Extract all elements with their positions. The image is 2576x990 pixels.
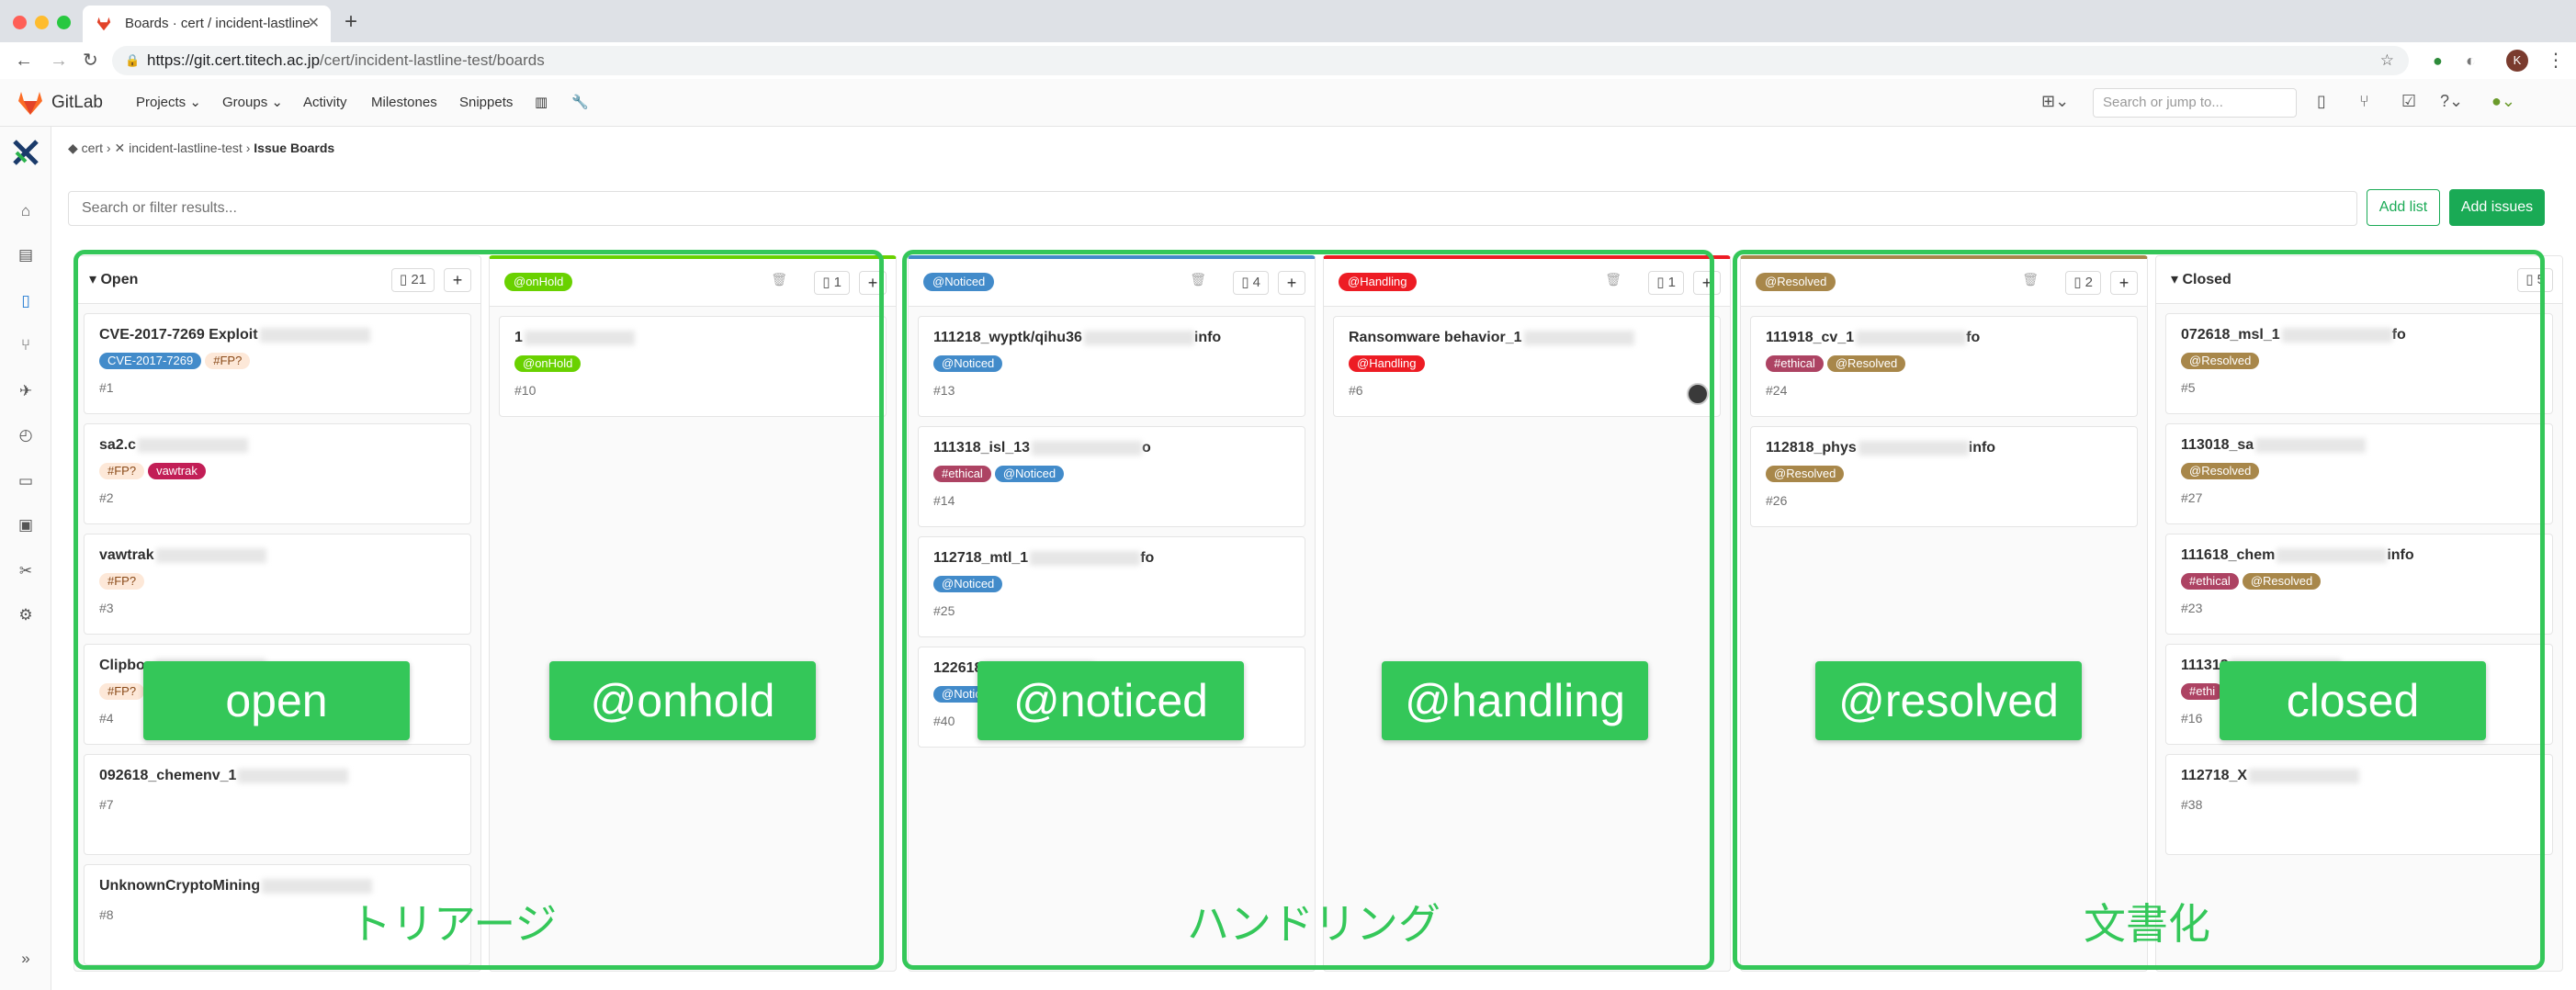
extension-icon[interactable]: ◐	[2466, 42, 2476, 79]
browser-tab[interactable]: Boards · cert / incident-lastline ✕	[83, 6, 331, 42]
chevron-right-icon: ›	[245, 141, 254, 155]
gitlab-brand[interactable]: GitLab	[51, 79, 103, 127]
reload-icon[interactable]: ↻	[83, 42, 98, 79]
breadcrumb-project[interactable]: incident-lastline-test	[129, 141, 243, 155]
issues-sidebar-icon[interactable]: ▯	[15, 290, 37, 312]
project-small-icon: ✕	[114, 141, 126, 155]
expand-sidebar-icon[interactable]: »	[15, 948, 37, 970]
browser-menu-icon[interactable]: ⋮	[2547, 42, 2565, 79]
status-overlay-label: @resolved	[1815, 661, 2082, 740]
gitlab-navbar: GitLab Projects ⌄ Groups ⌄ Activity Mile…	[0, 79, 2576, 127]
todo-icon[interactable]: ☑	[2401, 92, 2416, 111]
operations-icon[interactable]: ◴	[15, 424, 37, 446]
phase-label: 文書化	[2084, 900, 2210, 948]
chart-icon[interactable]: ▥	[535, 79, 548, 127]
home-icon[interactable]: ⌂	[15, 200, 37, 222]
search-input[interactable]: Search or jump to...	[2093, 88, 2297, 118]
tab-title: Boards · cert / incident-lastline	[125, 16, 311, 31]
evernote-extension-icon[interactable]: ●	[2433, 42, 2443, 79]
new-tab-button[interactable]: +	[345, 9, 357, 35]
chevron-down-icon: ⌄	[271, 95, 283, 110]
gitlab-favicon-icon	[96, 17, 111, 31]
bookmark-star-icon[interactable]: ☆	[2380, 46, 2394, 75]
breadcrumb-page: Issue Boards	[254, 141, 335, 155]
forward-icon[interactable]: →	[50, 42, 68, 79]
url-field[interactable]: 🔒 https://git.cert.titech.ac.jp/cert/inc…	[112, 46, 2409, 75]
add-issues-button[interactable]: Add issues	[2449, 189, 2545, 226]
nav-activity[interactable]: Activity	[303, 79, 347, 127]
back-icon[interactable]: ←	[15, 42, 33, 79]
chevron-down-icon: ⌄	[189, 95, 201, 110]
ci-cd-icon[interactable]: ✈	[15, 380, 37, 402]
add-list-button[interactable]: Add list	[2367, 189, 2440, 226]
gitlab-logo-icon[interactable]	[17, 90, 44, 116]
nav-groups-label: Groups	[222, 95, 268, 110]
annotation-box	[902, 250, 1714, 970]
phase-label: ハンドリング	[1187, 900, 1441, 948]
annotation-box	[73, 250, 884, 970]
url-host: https://git.cert.titech.ac.jp	[147, 51, 321, 69]
merge-requests-sidebar-icon[interactable]: ⑂	[15, 334, 37, 356]
url-path: /cert/incident-lastline-test/boards	[320, 51, 545, 69]
wrench-icon[interactable]: 🔧	[571, 79, 589, 127]
merge-request-icon[interactable]: ⑂	[2359, 92, 2369, 111]
wiki-icon[interactable]: ▣	[15, 514, 37, 536]
issues-icon[interactable]: ▯	[2317, 92, 2326, 111]
status-overlay-label: closed	[2220, 661, 2486, 740]
status-overlay-label: open	[143, 661, 410, 740]
repository-icon[interactable]: ▤	[15, 244, 37, 266]
profile-avatar[interactable]: K	[2506, 50, 2528, 72]
nav-projects[interactable]: Projects ⌄	[136, 79, 201, 127]
snippets-sidebar-icon[interactable]: ✂	[15, 560, 37, 582]
settings-gear-icon[interactable]: ⚙	[15, 604, 37, 626]
project-sidebar: ⌂ ▤ ▯ ⑂ ✈ ◴ ▭ ▣ ✂ ⚙ »	[0, 127, 51, 990]
status-overlay-label: @handling	[1382, 661, 1648, 740]
address-bar-row: ← → ↻ 🔒 https://git.cert.titech.ac.jp/ce…	[0, 42, 2576, 79]
nav-milestones[interactable]: Milestones	[371, 79, 437, 127]
status-overlay-label: @noticed	[977, 661, 1244, 740]
registry-icon[interactable]: ▭	[15, 470, 37, 492]
lock-icon: 🔒	[125, 53, 141, 67]
nav-groups[interactable]: Groups ⌄	[222, 79, 283, 127]
breadcrumb: ◆ cert › ✕ incident-lastline-test › Issu…	[68, 127, 334, 169]
help-icon[interactable]: ?⌄	[2440, 92, 2463, 111]
group-icon: ◆	[68, 141, 78, 155]
close-tab-icon[interactable]: ✕	[308, 6, 320, 42]
annotation-box	[1733, 250, 2545, 970]
project-avatar-icon[interactable]	[11, 138, 40, 167]
minimize-window-button[interactable]	[35, 16, 49, 29]
breadcrumb-group[interactable]: cert	[82, 141, 103, 155]
plus-dropdown-icon[interactable]: ⊞⌄	[2041, 92, 2069, 111]
nav-snippets[interactable]: Snippets	[459, 79, 513, 127]
user-avatar-icon[interactable]: ●⌄	[2491, 92, 2515, 111]
filter-search-input[interactable]: Search or filter results...	[68, 191, 2357, 226]
browser-chrome: Boards · cert / incident-lastline ✕ + ← …	[0, 0, 2576, 79]
status-overlay-label: @onhold	[549, 661, 816, 740]
phase-label: トリアージ	[349, 900, 558, 948]
maximize-window-button[interactable]	[57, 16, 71, 29]
close-window-button[interactable]	[13, 16, 27, 29]
nav-projects-label: Projects	[136, 95, 186, 110]
